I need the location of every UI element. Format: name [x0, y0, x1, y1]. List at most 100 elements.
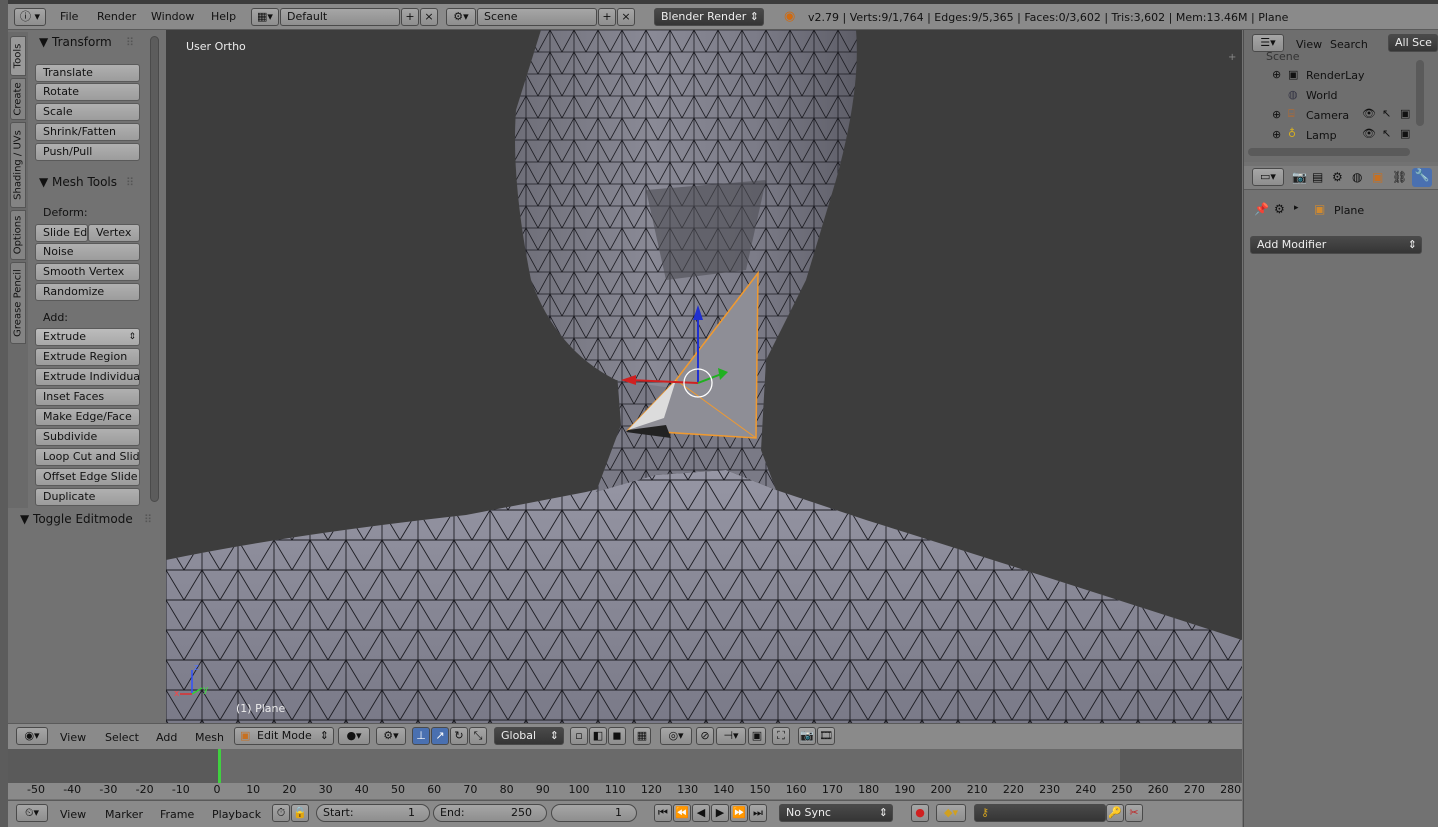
extrude-region-button[interactable]: Extrude Region [35, 348, 140, 366]
jump-start-icon[interactable]: ⏮ [654, 804, 672, 822]
render-animation-icon[interactable]: 🎞 [817, 727, 835, 745]
extrude-select[interactable]: Extrude ⇕ [35, 328, 140, 346]
scene-icon[interactable]: ⚙▾ [446, 8, 476, 26]
add-layout-icon[interactable]: + [401, 8, 419, 26]
snap-target-icon[interactable]: ▣ [748, 727, 766, 745]
translate-manipulator-icon[interactable]: ↗ [431, 727, 449, 745]
play-icon[interactable]: ▶ [711, 804, 729, 822]
loop-cut-slide-button[interactable]: Loop Cut and Slide [35, 448, 140, 466]
tab-options[interactable]: Options [10, 210, 26, 260]
screen-layout-field[interactable]: Default [280, 8, 400, 26]
noise-button[interactable]: Noise [35, 243, 140, 261]
toggle-editmode-panel-header[interactable]: ▼ Toggle Editmode [20, 512, 133, 526]
camera-tree-item[interactable]: Camera [1306, 109, 1349, 122]
info-editor-type-button[interactable]: ⓘ ▾ [14, 8, 46, 26]
slide-vertex-button[interactable]: Vertex [88, 224, 140, 242]
proportional-editing-select[interactable]: ◎▾ [660, 727, 692, 745]
mesh-tools-panel-header[interactable]: ▼ Mesh Tools [39, 175, 117, 189]
panel-grip-icon[interactable]: ⠿ [126, 36, 134, 49]
visibility-eye-icon[interactable]: 👁 [1362, 107, 1376, 120]
visibility-eye-icon[interactable]: 👁 [1362, 127, 1376, 140]
face-select-mode-icon[interactable]: ◼ [608, 727, 626, 745]
current-frame-indicator[interactable] [218, 749, 221, 783]
selectable-cursor-icon[interactable]: ↖ [1382, 127, 1391, 140]
expand-icon[interactable]: ⊕ [1272, 68, 1281, 81]
manipulator-toggle-icon[interactable]: ⊥ [412, 727, 430, 745]
render-layers-tab-icon[interactable]: ▤ [1312, 170, 1323, 184]
pin-icon[interactable]: 📌 [1254, 202, 1269, 216]
delete-keyframe-icon[interactable]: ✂ [1125, 804, 1143, 822]
rotate-manipulator-icon[interactable]: ↻ [450, 727, 468, 745]
add-menu[interactable]: Add [156, 731, 177, 744]
jump-keyframe-forward-icon[interactable]: ⏩ [730, 804, 748, 822]
renderlayer-tree-item[interactable]: RenderLay [1306, 69, 1365, 82]
timeline-view-menu[interactable]: View [60, 808, 86, 821]
duplicate-button[interactable]: Duplicate [35, 488, 140, 506]
lock-time-icon[interactable]: 🔒 [291, 804, 309, 822]
mesh-menu[interactable]: Mesh [195, 731, 224, 744]
3d-view-editor-type-button[interactable]: ◉▾ [16, 727, 48, 745]
select-menu[interactable]: Select [105, 731, 139, 744]
transform-panel-header[interactable]: ▼ Transform [39, 35, 112, 49]
tab-shading-uvs[interactable]: Shading / UVs [10, 122, 26, 208]
menu-file[interactable]: File [60, 10, 78, 23]
translate-button[interactable]: Translate [35, 64, 140, 82]
slide-edge-button[interactable]: Slide Ed [35, 224, 88, 242]
scale-manipulator-icon[interactable]: ⤡ [469, 727, 487, 745]
add-region-icon[interactable]: + [1228, 52, 1236, 63]
outliner-display-mode-select[interactable]: All Sce [1388, 34, 1438, 52]
keying-set-field[interactable]: ⚷ [974, 804, 1106, 822]
expand-icon[interactable]: ⊕ [1272, 128, 1281, 141]
screen-layout-icon[interactable]: ▦▾ [251, 8, 279, 26]
make-edge-face-button[interactable]: Make Edge/Face [35, 408, 140, 426]
tool-shelf-scrollbar[interactable] [150, 36, 159, 502]
start-frame-field[interactable]: Start: 1 [316, 804, 430, 822]
render-tab-icon[interactable]: 📷 [1292, 170, 1307, 184]
play-reverse-icon[interactable]: ◀ [692, 804, 710, 822]
outliner-scrollbar-v[interactable] [1416, 60, 1424, 126]
push-pull-button[interactable]: Push/Pull [35, 143, 140, 161]
inset-faces-button[interactable]: Inset Faces [35, 388, 140, 406]
tab-create[interactable]: Create [10, 78, 26, 120]
renderable-camera-icon[interactable]: ▣ [1400, 107, 1410, 120]
transform-orientation-select[interactable]: Global ⇕ [494, 727, 564, 745]
constraints-tab-icon[interactable]: ⛓ [1392, 170, 1407, 184]
viewport-shading-select[interactable]: ●▾ [338, 727, 370, 745]
expand-icon[interactable]: ⊕ [1272, 108, 1281, 121]
sync-mode-select[interactable]: No Sync ⇕ [779, 804, 893, 822]
jump-keyframe-back-icon[interactable]: ⏪ [673, 804, 691, 822]
offset-edge-slide-button[interactable]: Offset Edge Slide [35, 468, 140, 486]
menu-window[interactable]: Window [151, 10, 194, 23]
edge-select-mode-icon[interactable]: ◧ [589, 727, 607, 745]
world-tree-item[interactable]: World [1306, 89, 1338, 102]
world-tab-icon[interactable]: ◍ [1352, 170, 1362, 184]
limit-selection-visible-icon[interactable]: ▦ [633, 727, 651, 745]
snap-toggle-icon[interactable]: ⊘ [696, 727, 714, 745]
tab-tools[interactable]: Tools [10, 36, 26, 76]
modifiers-tab-icon[interactable]: 🔧 [1412, 168, 1432, 187]
smooth-vertex-button[interactable]: Smooth Vertex [35, 263, 140, 281]
subdivide-button[interactable]: Subdivide [35, 428, 140, 446]
snap-element-select[interactable]: ⊣▾ [716, 727, 746, 745]
render-engine-select[interactable]: Blender Render ⇕ [654, 8, 764, 26]
preview-range-icon[interactable]: ⏱ [272, 804, 290, 822]
menu-render[interactable]: Render [97, 10, 136, 23]
menu-help[interactable]: Help [211, 10, 236, 23]
panel-grip-icon[interactable]: ⠿ [144, 513, 152, 526]
tab-grease-pencil[interactable]: Grease Pencil [10, 262, 26, 344]
mode-select[interactable]: ▣ Edit Mode ⇕ [234, 727, 334, 745]
object-tab-icon[interactable]: ▣ [1372, 170, 1383, 184]
rotate-button[interactable]: Rotate [35, 83, 140, 101]
opengl-render-icon[interactable]: ⛶ [772, 727, 790, 745]
scene-field[interactable]: Scene [477, 8, 597, 26]
scene-tree-item[interactable]: Scene [1266, 50, 1300, 63]
extrude-individual-button[interactable]: Extrude Individual [35, 368, 140, 386]
add-modifier-select[interactable]: Add Modifier ⇕ [1250, 236, 1422, 254]
shrink-fatten-button[interactable]: Shrink/Fatten [35, 123, 140, 141]
scene-tab-icon[interactable]: ⚙ [1332, 170, 1343, 184]
close-layout-icon[interactable]: × [420, 8, 438, 26]
render-still-icon[interactable]: 📷 [798, 727, 816, 745]
pivot-point-select[interactable]: ⚙▾ [376, 727, 406, 745]
randomize-button[interactable]: Randomize [35, 283, 140, 301]
timeline-editor-type-button[interactable]: ⏲▾ [16, 804, 48, 822]
